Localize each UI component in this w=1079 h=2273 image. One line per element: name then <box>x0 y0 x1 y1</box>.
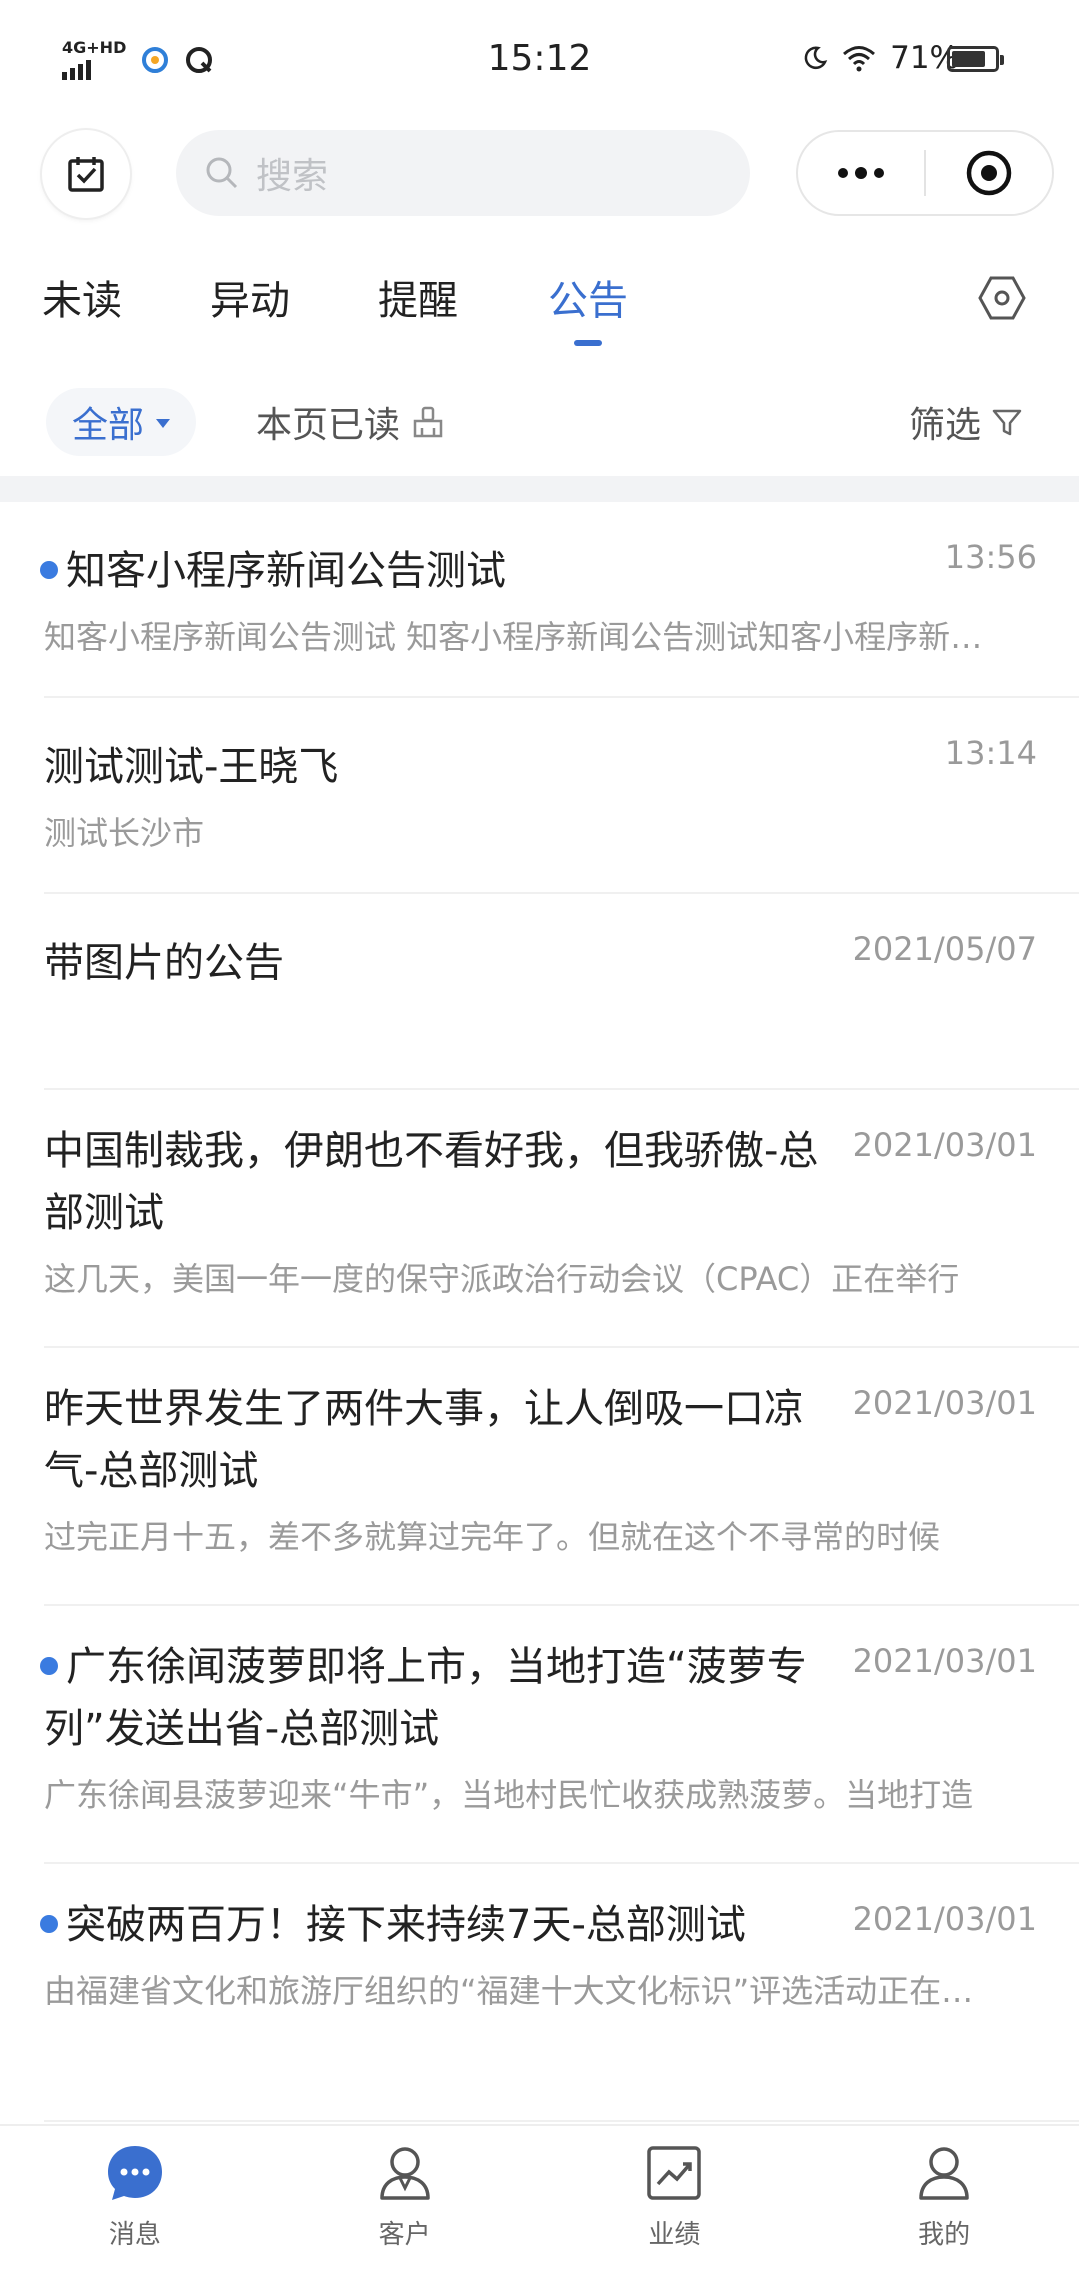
more-dots-icon <box>838 167 884 179</box>
bottom-nav: 消息 客户 业绩 我的 <box>0 2124 1079 2273</box>
nav-profile[interactable]: 我的 <box>809 2126 1079 2273</box>
status-right: 71% <box>802 40 959 76</box>
list-item[interactable]: 广东徐闻菠萝即将上市，当地打造“菠萝专列”发送出省-总部测试 2021/03/0… <box>40 1606 1079 1864</box>
close-miniprogram-button[interactable] <box>926 132 1052 214</box>
settings-button[interactable] <box>976 272 1028 328</box>
item-title: 知客小程序新闻公告测试 <box>40 540 834 602</box>
item-summary: 由福建省文化和旅游厅组织的“福建十大文化标识”评选活动正在进行 <box>44 1972 1006 2010</box>
item-summary: 广东徐闻县菠萝迎来“牛市”，当地村民忙收获成熟菠萝。当地打造 <box>44 1776 974 1814</box>
search-icon <box>206 157 238 189</box>
calendar-button[interactable] <box>42 130 130 218</box>
more-button[interactable] <box>798 132 924 214</box>
nav-label: 我的 <box>918 2220 971 2250</box>
wifi-icon <box>843 46 876 72</box>
target-icon <box>966 150 1012 196</box>
filter-label: 筛选 <box>908 405 981 446</box>
funnel-icon <box>992 409 1022 436</box>
item-title: 测试测试-王晓飞 <box>44 744 339 790</box>
announcement-list: 知客小程序新闻公告测试 13:56 知客小程序新闻公告测试 知客小程序新闻公告测… <box>0 502 1079 2122</box>
profile-icon <box>919 2147 969 2200</box>
nav-label: 业绩 <box>648 2220 701 2250</box>
mark-page-read-label: 本页已读 <box>256 405 401 446</box>
item-title: 昨天世界发生了两件大事，让人倒吸一口凉气-总部测试 <box>44 1386 804 1494</box>
unread-dot <box>40 1657 58 1675</box>
item-time: 2021/03/01 <box>852 1642 1037 1680</box>
performance-icon <box>647 2146 702 2200</box>
item-summary: 过完正月十五，差不多就算过完年了。但就在这个不寻常的时候 <box>44 1518 941 1556</box>
search-placeholder: 搜索 <box>256 156 329 197</box>
tab-bar: 未读 异动 提醒 公告 <box>0 268 1079 348</box>
item-summary: 这几天，美国一年一度的保守派政治行动会议（CPAC）正在举行 <box>44 1260 960 1298</box>
item-time: 2021/03/01 <box>852 1126 1037 1164</box>
list-item[interactable]: 测试测试-王晓飞 13:14 测试长沙市 <box>44 698 1079 894</box>
search-input[interactable]: 搜索 <box>176 130 750 216</box>
item-time: 2021/05/07 <box>852 930 1037 968</box>
category-label: 全部 <box>71 405 144 446</box>
broom-icon <box>413 406 443 438</box>
item-summary: 测试长沙市 <box>44 814 205 852</box>
item-time: 2021/03/01 <box>852 1900 1037 1938</box>
unread-dot <box>40 561 58 579</box>
list-item[interactable]: 带图片的公告 2021/05/07 <box>44 894 1079 1090</box>
unread-dot <box>40 1915 58 1933</box>
item-title-text: 突破两百万！接下来持续7天-总部测试 <box>66 1902 746 1948</box>
nav-label: 消息 <box>108 2220 161 2250</box>
item-title: 广东徐闻菠萝即将上市，当地打造“菠萝专列”发送出省-总部测试 <box>40 1636 834 1760</box>
tab-reminders[interactable]: 提醒 <box>378 268 458 326</box>
calendar-check-icon <box>68 157 104 192</box>
status-bar: 4G+HD 15:12 71% <box>0 0 1079 120</box>
item-summary: 知客小程序新闻公告测试 知客小程序新闻公告测试知客小程序新闻公告测试 <box>44 618 1039 656</box>
hexagon-settings-icon <box>978 276 1026 320</box>
caret-down-icon <box>156 418 170 428</box>
item-time: 13:56 <box>944 538 1037 576</box>
nav-messages[interactable]: 消息 <box>0 2126 270 2273</box>
category-dropdown[interactable]: 全部 <box>46 388 196 456</box>
active-tab-indicator <box>574 340 602 346</box>
battery-icon <box>947 46 1004 72</box>
tab-announcements[interactable]: 公告 <box>548 268 628 326</box>
list-item[interactable]: 突破两百万！接下来持续7天-总部测试 2021/03/01 由福建省文化和旅游厅… <box>40 1864 1079 2122</box>
mark-page-read-button[interactable]: 本页已读 <box>256 396 446 448</box>
list-item[interactable]: 知客小程序新闻公告测试 13:56 知客小程序新闻公告测试 知客小程序新闻公告测… <box>40 502 1079 698</box>
nav-performance[interactable]: 业绩 <box>540 2126 810 2273</box>
item-title: 带图片的公告 <box>44 940 284 986</box>
customer-icon <box>379 2147 430 2200</box>
moon-icon <box>804 46 828 69</box>
filter-button[interactable]: 筛选 <box>909 396 1023 448</box>
item-time: 2021/03/01 <box>852 1384 1037 1422</box>
item-time: 13:14 <box>944 734 1037 772</box>
item-title-text: 广东徐闻菠萝即将上市，当地打造“菠萝专列”发送出省-总部测试 <box>44 1644 807 1752</box>
item-title: 中国制裁我，伊朗也不看好我，但我骄傲-总部测试 <box>44 1128 819 1236</box>
item-title-text: 知客小程序新闻公告测试 <box>66 548 506 594</box>
miniprogram-capsule <box>796 130 1054 216</box>
nav-customers[interactable]: 客户 <box>270 2126 540 2273</box>
item-title: 突破两百万！接下来持续7天-总部测试 <box>40 1894 834 1956</box>
tab-changes[interactable]: 异动 <box>210 268 290 326</box>
list-item[interactable]: 昨天世界发生了两件大事，让人倒吸一口凉气-总部测试 2021/03/01 过完正… <box>44 1348 1079 1606</box>
message-icon <box>107 2146 162 2200</box>
tab-unread[interactable]: 未读 <box>42 268 122 326</box>
section-divider <box>0 476 1079 502</box>
list-item[interactable]: 中国制裁我，伊朗也不看好我，但我骄傲-总部测试 2021/03/01 这几天，美… <box>44 1090 1079 1348</box>
nav-label: 客户 <box>378 2220 431 2250</box>
